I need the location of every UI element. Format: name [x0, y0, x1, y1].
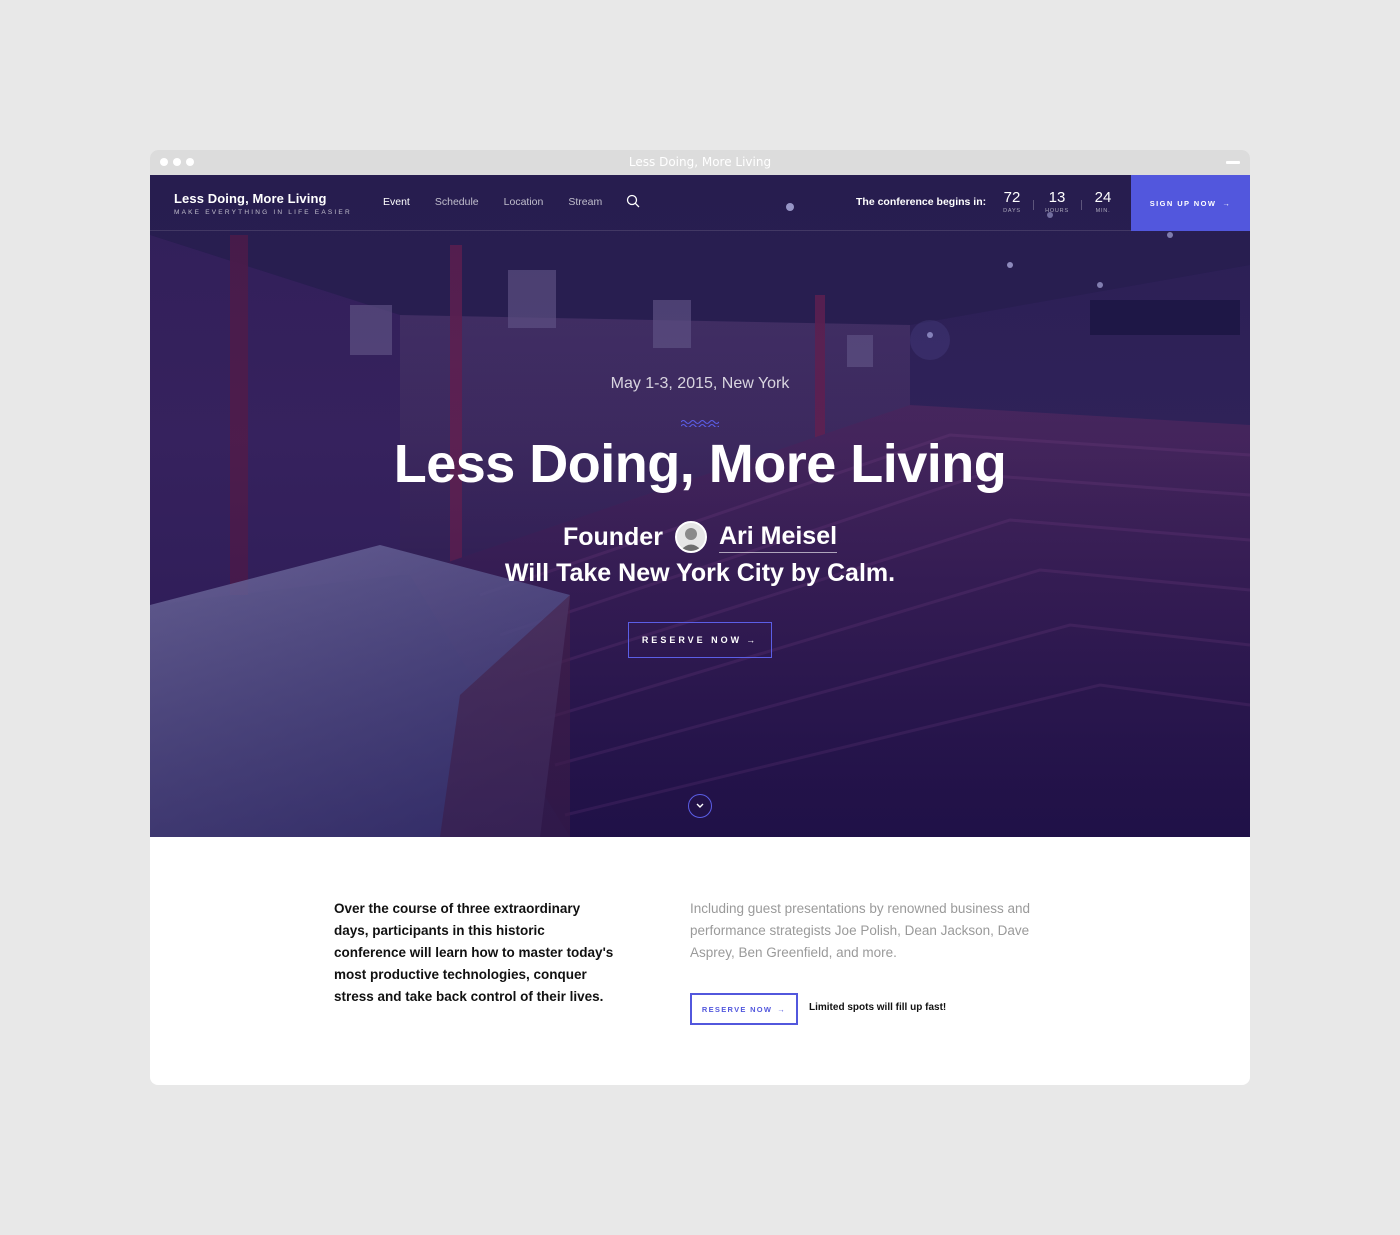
speaker-name-link[interactable]: Ari Meisel [718, 522, 838, 553]
reserve-now-button[interactable]: RESERVE NOW → [628, 622, 772, 658]
nav-link-event[interactable]: Event [383, 196, 410, 208]
sign-up-button[interactable]: SIGN UP NOW → [1131, 175, 1250, 231]
arrow-right-icon: → [777, 1004, 787, 1014]
browser-window: Less Doing, More Living Less Doing, More… [150, 150, 1250, 1085]
reserve-now-secondary-button[interactable]: RESERVE NOW → [690, 993, 798, 1025]
countdown-minutes-unit: MIN. [1095, 208, 1111, 214]
countdown-divider [1033, 200, 1034, 210]
countdown-days-unit: DAYS [1003, 208, 1021, 214]
event-date: May 1-3, 2015, New York [610, 375, 790, 392]
avatar[interactable] [674, 521, 707, 553]
avatar-portrait-icon [676, 523, 705, 551]
brand-title: Less Doing, More Living [174, 191, 327, 206]
arrow-right-icon: → [746, 635, 759, 645]
wave-icon [681, 419, 719, 427]
countdown-label: The conference begins in: [856, 196, 987, 208]
hero-section: Less Doing, More Living MAKE EVERYTHING … [150, 175, 1250, 837]
countdown-days-value: 72 [1003, 189, 1021, 206]
window-title: Less Doing, More Living [628, 155, 772, 169]
minimize-icon[interactable] [1226, 161, 1240, 164]
hero-subtitle: Will Take New York City by Calm. [504, 559, 896, 587]
scroll-down-button[interactable] [688, 794, 712, 818]
search-icon[interactable] [626, 194, 640, 208]
countdown-days: 72 DAYS [995, 189, 1029, 214]
hero-title: Less Doing, More Living [393, 434, 1007, 494]
countdown-minutes: 24 MIN. [1086, 189, 1120, 214]
limited-spots-note: Limited spots will fill up fast! [809, 1002, 947, 1013]
arrow-right-icon: → [1222, 198, 1232, 208]
reserve-now-secondary-label: RESERVE NOW [701, 1004, 773, 1014]
reserve-now-label: RESERVE NOW [641, 635, 743, 645]
countdown-divider [1081, 200, 1082, 210]
countdown-minutes-value: 24 [1094, 189, 1112, 206]
founder-line: Founder Ari Meisel [150, 521, 1250, 553]
intro-lead-text: Over the course of three extraordinary d… [334, 901, 614, 1004]
title-bar: Less Doing, More Living [150, 150, 1250, 175]
countdown-hours: 13 HOURS [1040, 189, 1074, 214]
countdown-hours-unit: HOURS [1045, 208, 1069, 214]
countdown-hours-value: 13 [1048, 189, 1066, 206]
top-nav: Less Doing, More Living MAKE EVERYTHING … [150, 175, 1250, 231]
sign-up-label: SIGN UP NOW [1149, 198, 1217, 208]
nav-link-location[interactable]: Location [504, 196, 544, 208]
founder-label: Founder [562, 522, 663, 551]
chevron-down-icon [696, 803, 704, 808]
brand[interactable]: Less Doing, More Living MAKE EVERYTHING … [174, 191, 352, 216]
brand-tagline: MAKE EVERYTHING IN LIFE EASIER [174, 209, 352, 216]
nav-link-schedule[interactable]: Schedule [435, 196, 479, 208]
intro-secondary-text: Including guest presentations by renowne… [690, 901, 1030, 960]
hero-overlay [150, 175, 1250, 837]
nav-links: Event Schedule Location Stream [383, 196, 602, 208]
nav-link-stream[interactable]: Stream [568, 196, 602, 208]
